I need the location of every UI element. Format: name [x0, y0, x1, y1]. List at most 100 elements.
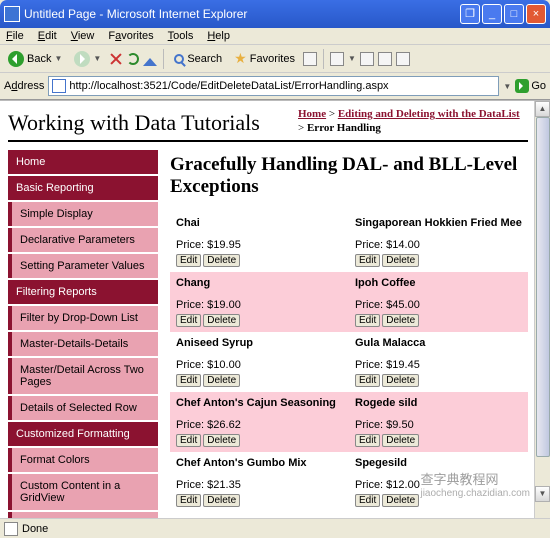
delete-button[interactable]: Delete — [203, 374, 240, 387]
content-viewport: Working with Data Tutorials Home > Editi… — [0, 100, 550, 518]
breadcrumb-home[interactable]: Home — [298, 108, 326, 120]
product-item: ChangPrice: $19.00EditDelete — [170, 272, 349, 332]
edit-button[interactable]: Edit — [176, 494, 201, 507]
nav-master-detail-two-pages[interactable]: Master/Detail Across Two Pages — [8, 358, 158, 394]
edit-button[interactable]: Edit — [355, 374, 380, 387]
nav-format-colors[interactable]: Format Colors — [8, 448, 158, 472]
chevron-down-icon[interactable]: ▼ — [348, 54, 356, 63]
product-item: Aniseed SyrupPrice: $10.00EditDelete — [170, 332, 349, 392]
product-name: Spegesild — [355, 457, 522, 469]
page-icon — [52, 79, 66, 93]
nav-filtering-reports[interactable]: Filtering Reports — [8, 280, 158, 304]
nav-simple-display[interactable]: Simple Display — [8, 202, 158, 226]
search-button[interactable]: Search — [170, 51, 226, 67]
go-label: Go — [531, 80, 546, 92]
minimize-button[interactable]: _ — [482, 4, 502, 24]
breadcrumb-section[interactable]: Editing and Deleting with the DataList — [338, 108, 520, 120]
product-price: Price: $26.62 — [176, 419, 343, 431]
vertical-scrollbar[interactable]: ▲ ▼ — [534, 101, 550, 518]
edit-button[interactable]: Edit — [355, 434, 380, 447]
product-item: Chef Anton's Cajun Seasoning Price: $26.6… — [170, 392, 349, 452]
menu-edit[interactable]: Edit — [38, 30, 57, 42]
scroll-down-button[interactable]: ▼ — [535, 486, 550, 502]
stop-icon[interactable] — [109, 52, 123, 66]
product-item: Gula Malacca Price: $19.45 EditDelete — [349, 332, 528, 392]
menu-view[interactable]: View — [71, 30, 95, 42]
go-button[interactable]: Go — [515, 79, 546, 93]
menu-file[interactable]: File — [6, 30, 24, 42]
chevron-down-icon[interactable]: ▼ — [93, 54, 101, 63]
maximize-button[interactable]: □ — [504, 4, 524, 24]
address-dropdown[interactable]: ▼ — [503, 82, 511, 91]
nav-home[interactable]: Home — [8, 150, 158, 174]
delete-button[interactable]: Delete — [382, 314, 419, 327]
menu-tools[interactable]: Tools — [168, 30, 194, 42]
go-icon — [515, 79, 529, 93]
toolbar: Back ▼ ▼ Search ★ Favorites ▼ — [0, 45, 550, 73]
nav-declarative-parameters[interactable]: Declarative Parameters — [8, 228, 158, 252]
back-button[interactable]: Back ▼ — [4, 49, 66, 69]
chevron-down-icon[interactable]: ▼ — [54, 54, 62, 63]
menu-help[interactable]: Help — [207, 30, 230, 42]
nav-custom-content-gridview[interactable]: Custom Content in a GridView — [8, 474, 158, 510]
window-titlebar: Untitled Page - Microsoft Internet Explo… — [0, 0, 550, 28]
messenger-icon[interactable] — [396, 52, 410, 66]
main-content: Gracefully Handling DAL- and BLL-Level E… — [170, 148, 528, 518]
product-name: Gula Malacca — [355, 337, 522, 349]
delete-button[interactable]: Delete — [382, 374, 419, 387]
history-icon[interactable] — [303, 52, 317, 66]
separator — [323, 49, 324, 69]
forward-icon — [74, 51, 90, 67]
editpage-icon[interactable] — [378, 52, 392, 66]
menu-bar: File Edit View Favorites Tools Help — [0, 28, 550, 45]
edit-button[interactable]: Edit — [176, 314, 201, 327]
product-name: Chef Anton's Cajun Seasoning — [176, 397, 343, 409]
ie-icon — [4, 6, 20, 22]
nav-basic-reporting[interactable]: Basic Reporting — [8, 176, 158, 200]
product-price: Price: $10.00 — [176, 359, 343, 371]
edit-button[interactable]: Edit — [355, 314, 380, 327]
mail-icon[interactable] — [330, 52, 344, 66]
status-bar: Done — [0, 518, 550, 538]
refresh-icon[interactable] — [127, 53, 139, 65]
home-icon[interactable] — [143, 51, 157, 66]
favorites-label: Favorites — [250, 53, 295, 65]
forward-button[interactable]: ▼ — [70, 49, 105, 69]
scroll-up-button[interactable]: ▲ — [535, 101, 550, 117]
nav-master-details-details[interactable]: Master-Details-Details — [8, 332, 158, 356]
nav-custom-content-detailsview[interactable]: Custom Content in a — [8, 512, 158, 518]
search-icon — [174, 54, 184, 64]
address-label: Address — [4, 80, 44, 92]
address-input[interactable]: http://localhost:3521/Code/EditDeleteDat… — [48, 76, 499, 96]
site-title: Working with Data Tutorials — [8, 110, 260, 136]
delete-button[interactable]: Delete — [382, 494, 419, 507]
edit-button[interactable]: Edit — [355, 254, 380, 267]
delete-button[interactable]: Delete — [203, 314, 240, 327]
menu-favorites[interactable]: Favorites — [108, 30, 153, 42]
product-price: Price: $19.45 — [355, 359, 522, 371]
nav-filter-dropdown[interactable]: Filter by Drop-Down List — [8, 306, 158, 330]
print-icon[interactable] — [360, 52, 374, 66]
site-header: Working with Data Tutorials Home > Editi… — [8, 105, 528, 142]
edit-button[interactable]: Edit — [355, 494, 380, 507]
edit-button[interactable]: Edit — [176, 374, 201, 387]
delete-button[interactable]: Delete — [203, 254, 240, 267]
delete-button[interactable]: Delete — [203, 434, 240, 447]
tile-button[interactable]: ❐ — [460, 4, 480, 24]
scroll-thumb[interactable] — [536, 117, 550, 457]
product-price: Price: $19.00 — [176, 299, 343, 311]
address-bar: Address http://localhost:3521/Code/EditD… — [0, 73, 550, 100]
product-item: Singaporean Hokkien Fried MeePrice: $14.… — [349, 212, 528, 272]
nav-details-selected-row[interactable]: Details of Selected Row — [8, 396, 158, 420]
status-page-icon — [4, 522, 18, 536]
delete-button[interactable]: Delete — [203, 494, 240, 507]
edit-button[interactable]: Edit — [176, 434, 201, 447]
close-button[interactable]: × — [526, 4, 546, 24]
nav-setting-parameter-values[interactable]: Setting Parameter Values — [8, 254, 158, 278]
favorites-button[interactable]: ★ Favorites — [230, 48, 299, 69]
nav-customized-formatting[interactable]: Customized Formatting — [8, 422, 158, 446]
edit-button[interactable]: Edit — [176, 254, 201, 267]
delete-button[interactable]: Delete — [382, 434, 419, 447]
product-name: Chai — [176, 217, 343, 229]
delete-button[interactable]: Delete — [382, 254, 419, 267]
